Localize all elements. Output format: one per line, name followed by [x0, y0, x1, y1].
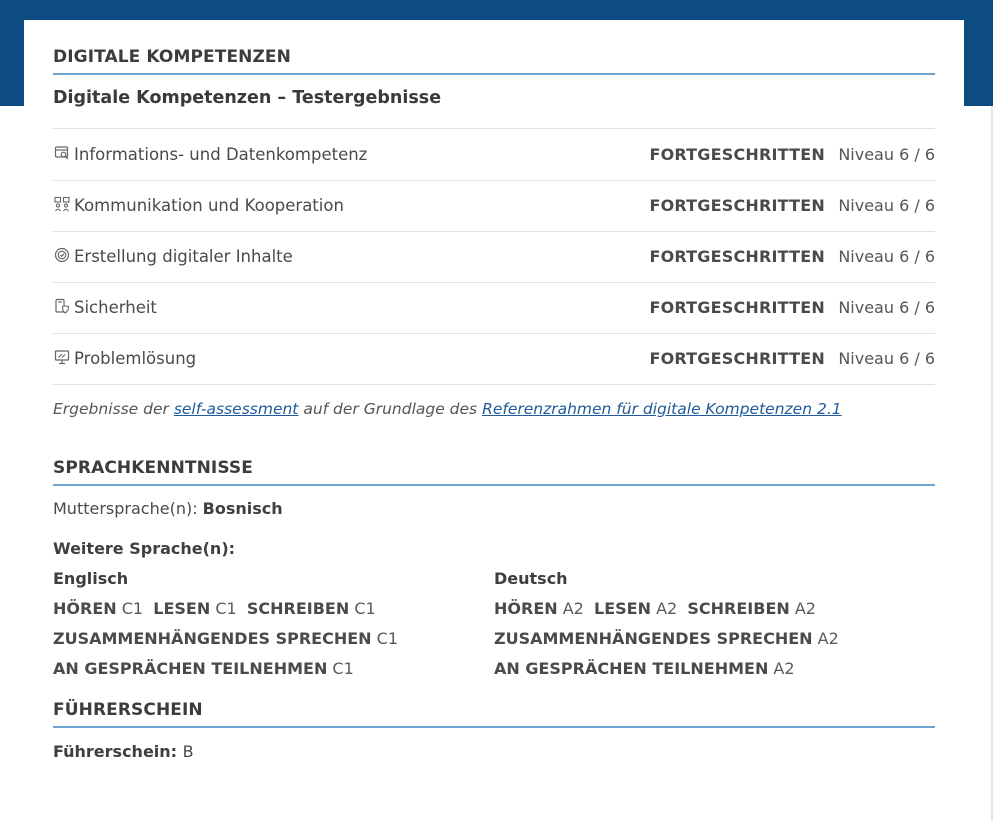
- mother-tongue: Muttersprache(n): Bosnisch: [53, 499, 283, 518]
- language-skills-row: ZUSAMMENHÄNGENDES SPRECHEN C1: [53, 629, 398, 648]
- skill-row: Problemlösung FORTGESCHRITTEN Niveau 6 /…: [53, 333, 935, 385]
- driving-license-heading: FÜHRERSCHEIN: [53, 700, 935, 728]
- heading-rule: [53, 73, 935, 75]
- digital-skills-subheading: Digitale Kompetenzen – Testergebnisse: [53, 88, 442, 108]
- skill-niveau: Niveau 6 / 6: [838, 247, 935, 266]
- language-skills-row: AN GESPRÄCHEN TEILNEHMEN C1: [53, 659, 354, 678]
- footnote-text: auf der Grundlage des: [298, 400, 483, 418]
- skill-name: Sicherheit: [74, 298, 157, 317]
- skill-level: FORTGESCHRITTEN: [649, 145, 825, 164]
- listening-value: A2: [562, 599, 584, 618]
- people-network-icon: [53, 195, 70, 212]
- language-name: Deutsch: [494, 569, 568, 588]
- skill-level: FORTGESCHRITTEN: [649, 349, 825, 368]
- spoken-interaction-label: AN GESPRÄCHEN TEILNEHMEN: [53, 659, 328, 678]
- reading-value: C1: [215, 599, 237, 618]
- language-skills-row: AN GESPRÄCHEN TEILNEHMEN A2: [494, 659, 795, 678]
- monitor-tools-icon: [53, 348, 70, 365]
- listening-label: HÖREN: [53, 599, 117, 618]
- listening-label: HÖREN: [494, 599, 558, 618]
- other-languages-label: Weitere Sprache(n):: [53, 539, 236, 558]
- skill-niveau: Niveau 6 / 6: [838, 298, 935, 317]
- digital-skills-footnote: Ergebnisse der self-assessment auf der G…: [53, 400, 842, 418]
- spoken-production-value: A2: [817, 629, 839, 648]
- reading-label: LESEN: [153, 599, 211, 618]
- languages-heading-text: SPRACHKENNTNISSE: [53, 458, 253, 478]
- writing-value: C1: [354, 599, 376, 618]
- reference-framework-link[interactable]: Referenzrahmen für digitale Kompetenzen …: [482, 400, 842, 418]
- spoken-interaction-value: C1: [332, 659, 354, 678]
- footnote-text: Ergebnisse der: [53, 400, 174, 418]
- skill-row: Sicherheit FORTGESCHRITTEN Niveau 6 / 6: [53, 282, 935, 334]
- language-name: Englisch: [53, 569, 129, 588]
- listening-value: C1: [121, 599, 144, 618]
- skill-name: Informations- und Datenkompetenz: [74, 145, 368, 164]
- skill-niveau: Niveau 6 / 6: [838, 196, 935, 215]
- language-skills-row: ZUSAMMENHÄNGENDES SPRECHEN A2: [494, 629, 839, 648]
- skill-row: Kommunikation und Kooperation FORTGESCHR…: [53, 180, 935, 232]
- reading-value: A2: [656, 599, 678, 618]
- language-skills-row: HÖREN A2 LESEN A2 SCHREIBEN A2: [494, 599, 816, 618]
- driving-license-heading-text: FÜHRERSCHEIN: [53, 700, 203, 720]
- writing-label: SCHREIBEN: [246, 599, 350, 618]
- skill-row: Informations- und Datenkompetenz FORTGES…: [53, 129, 935, 181]
- skill-niveau: Niveau 6 / 6: [838, 349, 935, 368]
- digital-skills-heading-text: DIGITALE KOMPETENZEN: [53, 47, 291, 67]
- self-assessment-link[interactable]: self-assessment: [174, 400, 299, 418]
- language-skills-row: HÖREN C1 LESEN C1 SCHREIBEN C1: [53, 599, 376, 618]
- digital-skills-heading: DIGITALE KOMPETENZEN: [53, 47, 935, 75]
- driving-license: Führerschein: B: [53, 742, 194, 761]
- skill-level: FORTGESCHRITTEN: [649, 247, 825, 266]
- skill-name: Problemlösung: [74, 349, 197, 368]
- skill-row: Erstellung digitaler Inhalte FORTGESCHRI…: [53, 231, 935, 283]
- writing-label: SCHREIBEN: [687, 599, 790, 618]
- spoken-interaction-value: A2: [773, 659, 795, 678]
- driving-license-value: B: [182, 742, 194, 761]
- data-search-icon: [53, 144, 70, 161]
- skill-name: Kommunikation und Kooperation: [74, 196, 344, 215]
- skill-level: FORTGESCHRITTEN: [649, 196, 825, 215]
- skill-level: FORTGESCHRITTEN: [649, 298, 825, 317]
- driving-license-label: Führerschein:: [53, 742, 183, 761]
- heading-rule: [53, 484, 935, 486]
- reading-label: LESEN: [594, 599, 651, 618]
- writing-value: A2: [794, 599, 816, 618]
- skill-name: Erstellung digitaler Inhalte: [74, 247, 293, 266]
- spoken-production-label: ZUSAMMENHÄNGENDES SPRECHEN: [53, 629, 372, 648]
- spoken-interaction-label: AN GESPRÄCHEN TEILNEHMEN: [494, 659, 769, 678]
- security-icon: [53, 297, 70, 314]
- spoken-production-label: ZUSAMMENHÄNGENDES SPRECHEN: [494, 629, 813, 648]
- spoken-production-value: C1: [376, 629, 398, 648]
- languages-heading: SPRACHKENNTNISSE: [53, 458, 935, 486]
- mother-tongue-value: Bosnisch: [202, 499, 283, 518]
- skill-niveau: Niveau 6 / 6: [838, 145, 935, 164]
- heading-rule: [53, 726, 935, 728]
- content-creation-icon: [53, 246, 70, 263]
- cv-page: DIGITALE KOMPETENZEN Digitale Kompetenze…: [24, 20, 964, 821]
- mother-tongue-label: Muttersprache(n):: [53, 499, 203, 518]
